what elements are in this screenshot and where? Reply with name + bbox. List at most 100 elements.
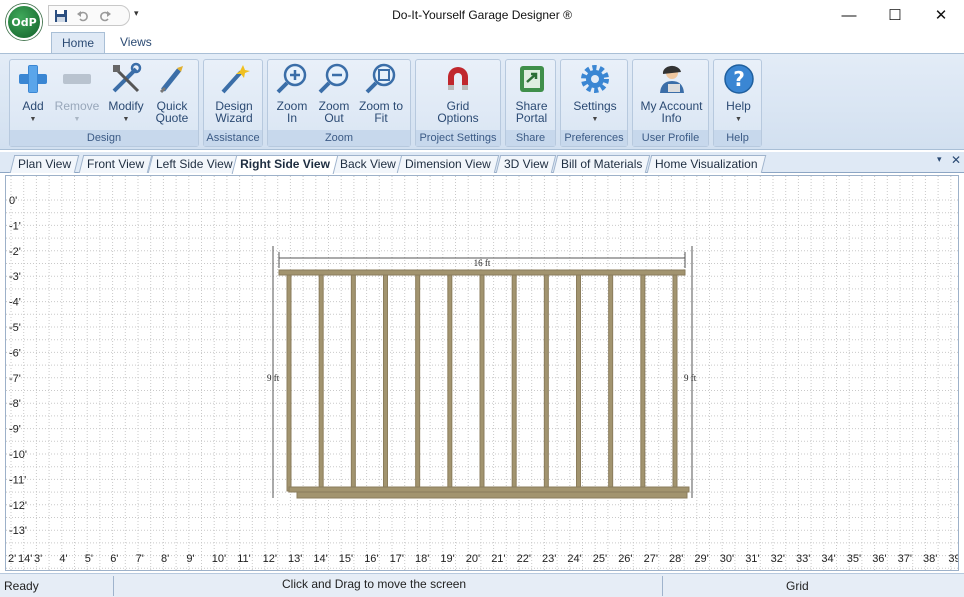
minimize-button[interactable]: — [826, 0, 872, 30]
tab-dimension-view[interactable]: Dimension View [396, 155, 500, 173]
x-ruler-label: 33' [796, 553, 810, 565]
design-wizard-button[interactable]: Design Wizard [208, 62, 260, 124]
x-ruler-label: 29' [694, 553, 708, 565]
chevron-down-icon: ▼ [73, 116, 81, 123]
remove-button[interactable]: Remove ▼ [54, 62, 100, 126]
zoom-out-icon [317, 62, 351, 96]
drawing-canvas[interactable]: 0' -1' -2' -3' -4' -5' -6' -7' -8' -9' -10' -11' -12… [5, 175, 959, 571]
quick-quote-button[interactable]: Quick Quote [152, 62, 192, 124]
maximize-button[interactable]: ☐ [872, 0, 918, 30]
status-divider [662, 576, 663, 596]
status-divider [113, 576, 114, 596]
y-ruler-label: -12' [9, 500, 27, 512]
tab-back-view[interactable]: Back View [331, 155, 405, 173]
ribbon-group-user-profile: My Account Info User Profile [632, 59, 709, 147]
grid-options-button[interactable]: Grid Options [432, 62, 484, 124]
x-ruler-label: 31' [745, 553, 759, 565]
tab-list-dropdown[interactable]: ▾ [937, 154, 942, 165]
x-ruler-label: 36' [872, 553, 886, 565]
x-ruler-label: 17' [390, 553, 404, 565]
share-portal-button[interactable]: Share Portal [510, 62, 553, 124]
x-ruler-label: 4' [59, 553, 67, 565]
width-dimension-label: 16 ft [474, 258, 491, 268]
chevron-down-icon: ▼ [735, 116, 742, 123]
wall-stud [383, 274, 388, 492]
zoom-out-button[interactable]: Zoom Out [314, 62, 354, 124]
grid-options-label-2: Options [437, 111, 479, 125]
tab-front-view[interactable]: Front View [78, 155, 153, 173]
x-ruler-label: 3' [34, 553, 42, 565]
y-ruler-label: -6' [9, 347, 21, 359]
x-ruler-label: 10' [212, 553, 226, 565]
ribbon-group-caption: Project Settings [416, 130, 500, 146]
magnet-icon [441, 62, 475, 96]
ribbon-group-help: ? Help ▼ Help [713, 59, 762, 147]
tab-views[interactable]: Views [110, 32, 162, 54]
tab-plan-view[interactable]: Plan View [9, 155, 80, 173]
status-ready-text: Ready [4, 579, 39, 593]
zoom-to-fit-button[interactable]: Zoom to Fit [356, 62, 406, 124]
ribbon-group-caption: Design [10, 130, 198, 146]
wall-stud [672, 274, 678, 492]
settings-button[interactable]: Settings ▼ [569, 62, 621, 126]
help-button[interactable]: ? Help ▼ [718, 62, 759, 126]
ribbon: Add ▼ Remove ▼ Modify ▼ Quick Quote Desi… [0, 53, 964, 150]
help-label: Help [726, 99, 751, 113]
height-dimension-label: 9 ft [684, 373, 697, 383]
modify-button[interactable]: Modify ▼ [104, 62, 148, 126]
x-ruler-label: 24' [567, 553, 581, 565]
close-view-icon[interactable]: ✕ [951, 153, 961, 167]
add-label: Add [22, 99, 44, 113]
close-button[interactable]: ✕ [918, 0, 964, 30]
x-ruler-label: 15' [339, 553, 353, 565]
wall-stud [350, 274, 356, 492]
tab-home-visualization[interactable]: Home Visualization [646, 155, 766, 173]
x-ruler-label: 5' [85, 553, 93, 565]
tab-home[interactable]: Home [51, 32, 106, 54]
quick-quote-label-2: Quote [155, 111, 189, 125]
x-ruler-label: 21' [491, 553, 505, 565]
wall-stud [415, 274, 421, 492]
view-tab-strip: Plan View Front View Left Side View Righ… [0, 152, 964, 174]
app-logo[interactable]: OdP [6, 4, 42, 40]
modify-label: Modify [108, 99, 144, 113]
tab-left-side-view[interactable]: Left Side View [147, 155, 241, 173]
x-ruler-label: 30' [720, 553, 734, 565]
wall-stud [479, 274, 485, 492]
status-hint-text: Click and Drag to move the screen [282, 577, 467, 591]
status-grid-toggle[interactable]: Grid [786, 579, 809, 593]
tab-bill-of-materials[interactable]: Bill of Materials [552, 155, 651, 173]
y-ruler-label: -5' [9, 322, 21, 334]
y-ruler-label: -2' [9, 246, 21, 258]
zoom-out-label-2: Out [324, 111, 344, 125]
tab-right-side-view[interactable]: Right Side View [231, 155, 339, 174]
y-ruler-label: -9' [9, 424, 21, 436]
tab-3d-view[interactable]: 3D View [495, 155, 557, 173]
ribbon-group-project-settings: Grid Options Project Settings [415, 59, 501, 147]
user-icon [655, 62, 689, 96]
my-account-info-button[interactable]: My Account Info [637, 62, 706, 124]
chevron-down-icon: ▼ [591, 116, 599, 123]
zoom-in-button[interactable]: Zoom In [272, 62, 312, 124]
ribbon-group-assistance: Design Wizard Assistance [203, 59, 263, 147]
remove-label: Remove [54, 99, 100, 113]
sill-plate [296, 491, 688, 499]
x-ruler-label: 18' [415, 553, 429, 565]
gear-icon [578, 62, 612, 96]
x-ruler-label: 34' [821, 553, 835, 565]
status-bar: Ready Click and Drag to move the screen … [0, 573, 964, 597]
ribbon-tab-strip: Home Views [0, 30, 964, 54]
ribbon-group-caption: Preferences [561, 130, 627, 146]
x-ruler-label: 16' [364, 553, 378, 565]
wall-stud [543, 274, 549, 492]
drawing-surface[interactable]: 0' -1' -2' -3' -4' -5' -6' -7' -8' -9' -10' -11' -12… [6, 176, 958, 570]
bottom-plate [288, 486, 690, 493]
x-ruler-label: 38' [923, 553, 937, 565]
add-button[interactable]: Add ▼ [14, 62, 52, 126]
wall-stud [447, 274, 453, 492]
ribbon-group-design: Add ▼ Remove ▼ Modify ▼ Quick Quote Desi… [9, 59, 199, 147]
ribbon-group-caption: User Profile [633, 130, 708, 146]
ribbon-group-preferences: Settings ▼ Preferences [560, 59, 628, 147]
x-ruler-label: 26' [618, 553, 632, 565]
x-ruler-label: 28' [669, 553, 683, 565]
